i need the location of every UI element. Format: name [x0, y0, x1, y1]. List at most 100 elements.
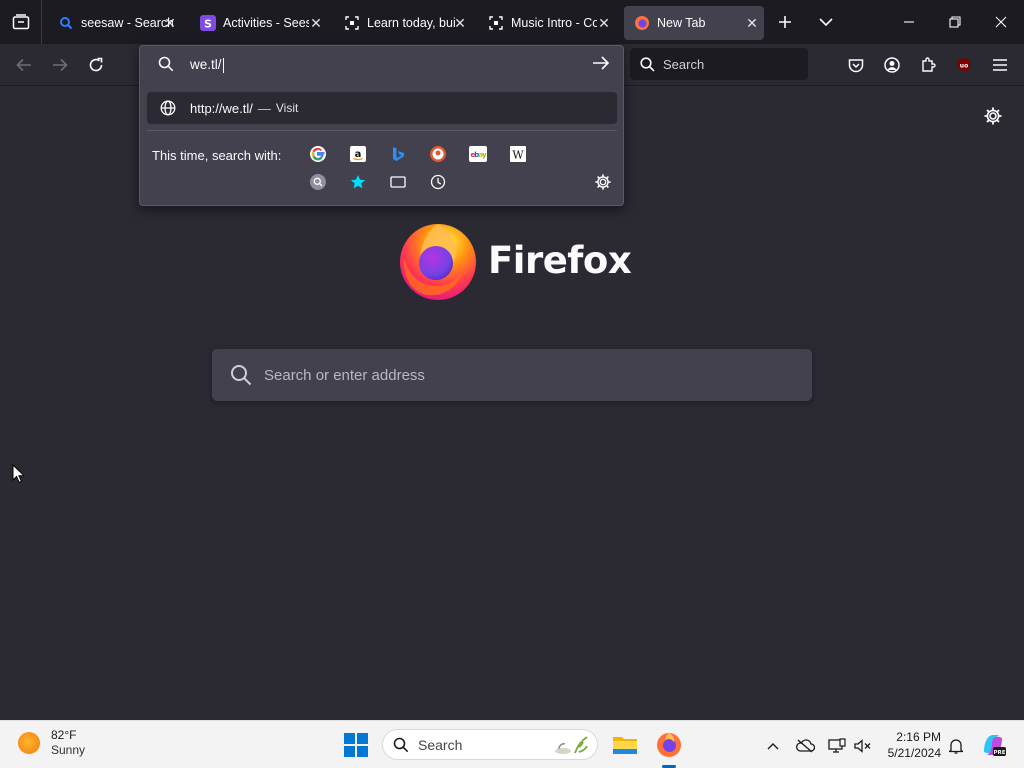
puzzle-icon: [922, 57, 936, 72]
sun-icon: [18, 732, 40, 754]
seesaw-favicon-icon: S: [200, 15, 216, 31]
result-separator: —: [257, 100, 271, 116]
gear-icon: [595, 174, 611, 190]
account-button[interactable]: [880, 53, 904, 77]
tab-learn-today[interactable]: Learn today, build ✕: [334, 6, 472, 40]
tab-seesaw-search[interactable]: seesaw - Search ✕: [48, 6, 182, 40]
tabs-mode-button[interactable]: [388, 172, 408, 192]
popup-divider: [147, 130, 617, 131]
close-tab-icon[interactable]: ✕: [744, 15, 760, 31]
copilot-icon: PRE: [984, 735, 1006, 756]
ublock-origin-button[interactable]: uo: [952, 53, 976, 77]
search-engine-mode-button[interactable]: [308, 172, 328, 192]
close-tab-icon[interactable]: ✕: [452, 15, 468, 31]
weather-temperature: 82°F: [51, 728, 77, 742]
account-icon: [884, 57, 900, 73]
close-tab-icon[interactable]: ✕: [596, 15, 612, 31]
notifications-button[interactable]: [945, 735, 967, 757]
start-button[interactable]: [340, 729, 372, 761]
amazon-engine-button[interactable]: a: [348, 144, 368, 164]
extensions-button[interactable]: [916, 53, 940, 77]
weather-widget[interactable]: 82°F Sunny: [18, 728, 85, 758]
restore-icon: [949, 16, 961, 28]
tabs-icon: [390, 176, 406, 188]
bell-icon: [949, 739, 963, 754]
amazon-icon: a: [350, 146, 366, 162]
chevron-up-icon: [767, 743, 779, 750]
back-arrow-icon: [16, 58, 31, 72]
firefox-taskbar-button[interactable]: [653, 729, 685, 761]
bing-engine-button[interactable]: [388, 144, 408, 164]
wikipedia-icon: W: [510, 146, 526, 162]
tab-new-tab[interactable]: New Tab ✕: [624, 6, 764, 40]
tab-title: New Tab: [657, 16, 706, 30]
search-settings-button[interactable]: [594, 173, 612, 196]
duckduckgo-engine-button[interactable]: [428, 144, 448, 164]
newtab-search-box[interactable]: Search or enter address: [212, 349, 812, 401]
show-hidden-icons-button[interactable]: [762, 735, 784, 757]
new-tab-button[interactable]: [773, 10, 797, 34]
clock[interactable]: 2:16 PM 5/21/2024: [880, 729, 941, 761]
urlbar-value[interactable]: we.tl/: [190, 57, 224, 73]
pocket-button[interactable]: [844, 53, 868, 77]
svg-text:W: W: [512, 149, 524, 162]
close-tab-icon[interactable]: ✕: [308, 15, 324, 31]
duckduckgo-icon: [430, 146, 446, 162]
minimize-icon: [904, 21, 914, 23]
restore-button[interactable]: [932, 0, 978, 44]
volume-button[interactable]: [852, 735, 874, 757]
tab-title: Music Intro - Code: [511, 16, 597, 30]
bookmarks-mode-button[interactable]: [348, 172, 368, 192]
close-tab-icon[interactable]: ✕: [162, 15, 178, 31]
google-engine-button[interactable]: [308, 144, 328, 164]
svg-text:uo: uo: [960, 63, 968, 70]
wikipedia-engine-button[interactable]: W: [508, 144, 528, 164]
tab-music-intro[interactable]: Music Intro - Code ✕: [478, 6, 616, 40]
close-window-button[interactable]: [978, 0, 1024, 44]
toolbar-search-placeholder: Search: [663, 56, 705, 72]
firefox-view-button[interactable]: [0, 0, 42, 44]
urlbar-input[interactable]: we.tl/: [140, 46, 623, 84]
search-engine-icon: [310, 174, 326, 190]
ebay-icon: e ba y: [469, 146, 487, 162]
globe-icon: [160, 100, 176, 116]
gear-icon: [984, 107, 1002, 125]
list-all-tabs-button[interactable]: [814, 10, 838, 34]
urlbar-result-visit[interactable]: http://we.tl/ — Visit: [147, 92, 617, 124]
scan-favicon-icon: [344, 15, 360, 31]
cloud-offline-icon: [796, 739, 815, 753]
customize-new-tab-button[interactable]: [983, 106, 1003, 131]
firefox-icon: [657, 733, 681, 757]
back-button[interactable]: [12, 53, 36, 77]
go-button[interactable]: [592, 55, 610, 76]
file-explorer-button[interactable]: [609, 729, 641, 761]
search-icon: [640, 56, 655, 72]
onedrive-button[interactable]: [794, 735, 816, 757]
hamburger-menu-icon: [993, 59, 1007, 71]
search-highlight-icon: [551, 733, 591, 760]
search-icon: [393, 737, 409, 753]
windows-logo-icon: [344, 733, 368, 757]
ebay-engine-button[interactable]: ebay: [468, 144, 488, 164]
forward-button[interactable]: [48, 53, 72, 77]
folder-icon: [613, 737, 637, 754]
weather-condition: Sunny: [51, 743, 86, 757]
minimize-button[interactable]: [886, 0, 932, 44]
app-menu-button[interactable]: [988, 53, 1012, 77]
reload-button[interactable]: [84, 53, 108, 77]
svg-text:a: a: [355, 149, 362, 160]
firefox-favicon-icon: [634, 15, 650, 31]
scan-favicon-icon: [488, 15, 504, 31]
network-button[interactable]: [826, 735, 848, 757]
google-icon: [310, 146, 326, 162]
toolbar-search-box[interactable]: Search: [630, 48, 808, 80]
tab-activities[interactable]: S Activities - Seesaw ✕: [190, 6, 328, 40]
network-icon: [828, 738, 846, 753]
speaker-muted-icon: [854, 739, 871, 753]
bing-icon: [393, 147, 404, 161]
copilot-button[interactable]: PRE: [980, 732, 1006, 758]
history-mode-button[interactable]: [428, 172, 448, 192]
taskbar-search-box[interactable]: Search: [382, 729, 598, 760]
tab-title: Learn today, build: [367, 16, 455, 30]
newtab-search-placeholder: Search or enter address: [264, 366, 425, 384]
